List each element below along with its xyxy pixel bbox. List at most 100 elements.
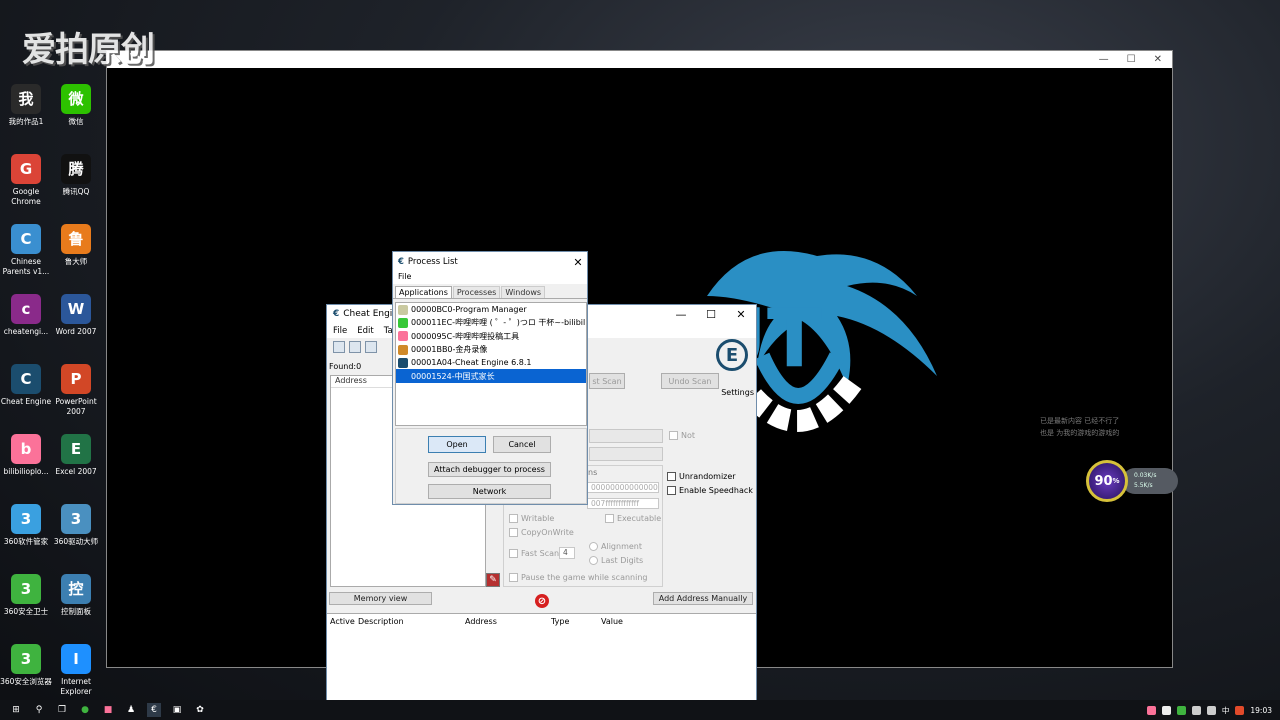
process-row[interactable]: 00001BB0-金舟录像: [396, 343, 586, 356]
tray-360-icon[interactable]: [1176, 705, 1186, 715]
desktop-icon-5[interactable]: 鲁鲁大师: [50, 224, 102, 267]
menu-edit[interactable]: Edit: [357, 326, 373, 336]
start-button-icon[interactable]: ⊞: [9, 703, 23, 717]
search-icon[interactable]: ⚲: [32, 703, 46, 717]
maximize-button[interactable]: ☐: [696, 308, 726, 321]
taskbar-bilibili-icon[interactable]: ■: [101, 703, 115, 717]
scan-type-select[interactable]: [589, 429, 663, 443]
tray-security-icon[interactable]: [1235, 705, 1245, 715]
taskbar-app-icon[interactable]: ♟: [124, 703, 138, 717]
desktop-icon-1[interactable]: 微微信: [50, 84, 102, 127]
process-row[interactable]: 00000BC0-Program Manager: [396, 303, 586, 316]
open-button[interactable]: Open: [428, 436, 486, 453]
desktop-icon-3[interactable]: 腾腾讯QQ: [50, 154, 102, 197]
desktop-icon-9[interactable]: P PowerPoint 2007: [50, 364, 102, 417]
desktop-icon-15[interactable]: 控控制面板: [50, 574, 102, 617]
process-list-title: Process List: [407, 257, 458, 267]
minimize-icon[interactable]: —: [1099, 54, 1109, 65]
tray-wifi-icon[interactable]: [1191, 705, 1201, 715]
close-button[interactable]: ✕: [726, 308, 756, 321]
copy-on-write-checkbox[interactable]: CopyOnWrite: [509, 528, 574, 537]
tool-icon[interactable]: ✎: [486, 573, 500, 587]
close-icon[interactable]: ✕: [569, 256, 587, 269]
wechat-icon: 微: [61, 84, 91, 114]
desktop-icon-8[interactable]: C Cheat Engine: [0, 364, 52, 407]
desktop-icon-14[interactable]: 3 360安全卫士: [0, 574, 52, 617]
executable-checkbox[interactable]: Executable: [605, 514, 661, 523]
taskbar-game-icon[interactable]: ✿: [193, 703, 207, 717]
select-process-icon[interactable]: [333, 341, 345, 353]
tray-chat-icon[interactable]: [1161, 705, 1171, 715]
maximize-icon[interactable]: ☐: [1127, 54, 1136, 65]
writable-checkbox[interactable]: Writable: [509, 514, 554, 523]
clear-list-icon[interactable]: ⊘: [535, 594, 549, 608]
network-speed-widget[interactable]: 0.03K/s 5.5K/s 90%: [1086, 460, 1178, 502]
memory-usage-gauge[interactable]: 90%: [1086, 460, 1128, 502]
desktop-icon-7[interactable]: W Word 2007: [50, 294, 102, 337]
start-address-field[interactable]: 0000000000000000: [587, 482, 659, 493]
game-icon: C: [11, 224, 41, 254]
desktop-icon-6[interactable]: c cheatengi...: [0, 294, 52, 337]
process-name: 000011EC-哔哩哔哩 ( ゜- ゜)つロ 干杯~-bilibili -: [411, 318, 587, 328]
first-scan-button[interactable]: st Scan: [589, 373, 625, 389]
tray-ime[interactable]: 中: [1222, 705, 1230, 716]
desktop-icon-10[interactable]: b bilibilioplo...: [0, 434, 52, 477]
open-file-icon[interactable]: [349, 341, 361, 353]
desktop-icon-13[interactable]: 3 360驱动大师: [50, 504, 102, 547]
cheat-table[interactable]: Active Description Address Type Value: [327, 613, 756, 701]
tab-processes[interactable]: Processes: [452, 286, 501, 298]
desktop-icon-label: 360安全浏览器: [0, 677, 52, 686]
desktop-icon-11[interactable]: E Excel 2007: [50, 434, 102, 477]
process-row[interactable]: 00001524-中国式家长: [396, 369, 586, 383]
desktop-icon-17[interactable]: I Internet Explorer: [50, 644, 102, 697]
process-row[interactable]: 0000095C-哔哩哔哩投稿工具: [396, 330, 586, 343]
col-description[interactable]: Description: [358, 617, 465, 626]
col-active[interactable]: Active: [330, 617, 358, 626]
taskbar-cheat-engine-icon[interactable]: €: [147, 703, 161, 717]
menu-file[interactable]: File: [333, 326, 347, 336]
tab-windows[interactable]: Windows: [501, 286, 546, 298]
close-icon[interactable]: ✕: [1154, 54, 1162, 65]
stop-address-field[interactable]: 007fffffffffffff: [587, 498, 659, 509]
tray-bilibili-icon[interactable]: [1146, 705, 1156, 715]
col-value[interactable]: Value: [601, 617, 651, 626]
network-button[interactable]: Network: [428, 484, 551, 499]
process-row[interactable]: 000011EC-哔哩哔哩 ( ゜- ゜)つロ 干杯~-bilibili -: [396, 316, 586, 329]
add-address-manually-button[interactable]: Add Address Manually: [653, 592, 753, 605]
memory-view-button[interactable]: Memory view: [329, 592, 432, 605]
minimize-button[interactable]: —: [666, 308, 696, 321]
process-row[interactable]: 00001A04-Cheat Engine 6.8.1: [396, 356, 586, 369]
cancel-button[interactable]: Cancel: [493, 436, 551, 453]
desktop-icon-2[interactable]: G Google Chrome: [0, 154, 52, 207]
value-type-select[interactable]: [589, 447, 663, 461]
taskbar-360-icon[interactable]: ●: [78, 703, 92, 717]
pause-game-checkbox[interactable]: Pause the game while scanning: [509, 573, 647, 582]
save-icon[interactable]: [365, 341, 377, 353]
col-address[interactable]: Address: [465, 617, 551, 626]
desktop-icon-16[interactable]: 3 360安全浏览器: [0, 644, 52, 687]
desktop-icon-0[interactable]: 我我的作品1: [0, 84, 52, 127]
upload-speed: 0.03K/s: [1134, 472, 1157, 479]
task-view-icon[interactable]: ❐: [55, 703, 69, 717]
alignment-radio[interactable]: Alignment: [589, 542, 642, 551]
fast-scan-value[interactable]: 4: [559, 547, 575, 559]
settings-link[interactable]: Settings: [721, 388, 754, 397]
tab-applications[interactable]: Applications: [395, 286, 452, 298]
clock[interactable]: 19:03: [1250, 706, 1272, 715]
desktop-icon-4[interactable]: C Chinese Parents v1...: [0, 224, 52, 277]
enable-speedhack-checkbox[interactable]: Enable Speedhack: [667, 486, 753, 495]
desktop-icon-12[interactable]: 3 360软件管家: [0, 504, 52, 547]
taskbar-video-icon[interactable]: ▣: [170, 703, 184, 717]
attach-debugger-button[interactable]: Attach debugger to process: [428, 462, 551, 477]
undo-scan-button[interactable]: Undo Scan: [661, 373, 719, 389]
last-digits-radio[interactable]: Last Digits: [589, 556, 643, 565]
process-list[interactable]: 00000BC0-Program Manager 000011EC-哔哩哔哩 ( …: [395, 302, 587, 426]
process-list-menu-file[interactable]: File: [393, 272, 587, 284]
col-type[interactable]: Type: [551, 617, 601, 626]
unrandomizer-checkbox[interactable]: Unrandomizer: [667, 472, 736, 481]
ce-logo-icon[interactable]: E: [716, 339, 748, 371]
process-list-dialog[interactable]: € Process List ✕ File Applications Proce…: [392, 251, 588, 505]
tray-volume-icon[interactable]: [1206, 705, 1216, 715]
fast-scan-checkbox[interactable]: Fast Scan: [509, 549, 559, 558]
not-checkbox[interactable]: Not: [669, 431, 695, 440]
